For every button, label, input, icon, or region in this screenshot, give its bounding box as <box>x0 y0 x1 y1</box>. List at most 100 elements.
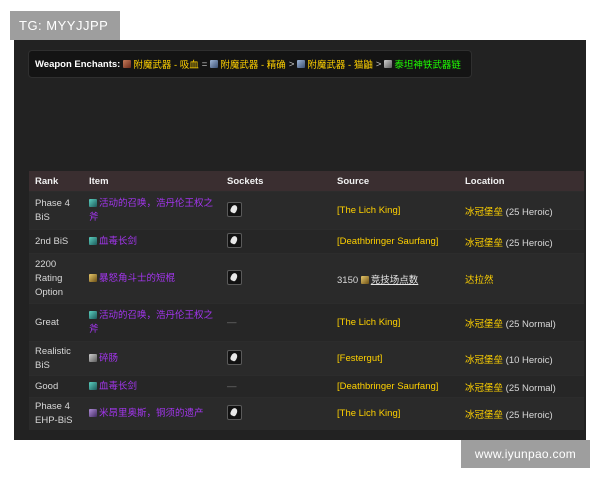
sockets-cell: — <box>221 375 331 398</box>
location-link[interactable]: 冰冠堡垒 <box>465 355 503 366</box>
table-row: Great 活动的召唤，浩丹伦王权之斧 — [The Lich King] 冰冠堡垒 (… <box>29 303 584 342</box>
rank-cell: 2nd BiS <box>29 229 83 254</box>
item-icon <box>89 408 97 417</box>
location-link[interactable]: 冰冠堡垒 <box>465 383 503 394</box>
header-rank: Rank <box>29 171 83 192</box>
rank-cell: Good <box>29 375 83 398</box>
table-row: Realistic BiS 碎肠 [Festergut] 冰冠堡垒 (10 Heroi… <box>29 341 584 376</box>
arena-points-icon <box>360 275 369 284</box>
item-icon <box>89 198 97 207</box>
item-link[interactable]: 暴怒角斗士的短棍 <box>99 273 175 284</box>
item-cell: 血毒长剑 <box>83 229 221 254</box>
location-cell: 冰冠堡垒 (25 Heroic) <box>459 229 584 254</box>
item-icon <box>89 353 97 362</box>
source-link[interactable]: [Festergut] <box>337 353 382 364</box>
item-icon <box>89 273 97 282</box>
location-note: (10 Heroic) <box>505 354 553 366</box>
prismatic-socket-icon <box>227 269 242 285</box>
source-cell: 3150 竞技场点数 <box>331 253 459 304</box>
header-source: Source <box>331 171 459 192</box>
weapon-table: Rank Item Sockets Source Location Phase … <box>29 171 584 430</box>
rank-cell: Phase 4 EHP-BiS <box>29 397 83 430</box>
source-cost: 3150 <box>337 274 359 286</box>
enchant-sep-2: > <box>288 58 295 70</box>
item-link[interactable]: 碎肠 <box>99 353 118 364</box>
item-cell: 碎肠 <box>83 341 221 376</box>
header-sockets: Sockets <box>221 171 331 192</box>
location-link[interactable]: 冰冠堡垒 <box>465 207 503 218</box>
item-link[interactable]: 血毒长剑 <box>99 236 137 247</box>
location-link[interactable]: 冰冠堡垒 <box>465 319 503 330</box>
prismatic-socket-icon <box>227 349 242 365</box>
source-link[interactable]: [The Lich King] <box>337 408 400 419</box>
source-cell: [Festergut] <box>331 341 459 376</box>
location-cell: 冰冠堡垒 (10 Heroic) <box>459 341 584 376</box>
item-link[interactable]: 血毒长剑 <box>99 381 137 392</box>
sockets-cell <box>221 253 331 304</box>
table-row: 2200 Rating Option 暴怒角斗士的短棍 3150 竞技场点数 达拉然 <box>29 253 584 304</box>
sockets-cell <box>221 229 331 254</box>
location-note: (25 Heroic) <box>505 237 553 249</box>
source-link[interactable]: [Deathbringer Saurfang] <box>337 236 438 247</box>
source-link[interactable]: [Deathbringer Saurfang] <box>337 381 438 392</box>
sockets-cell <box>221 397 331 430</box>
item-cell: 暴怒角斗士的短棍 <box>83 253 221 304</box>
enchant-sep-1: = <box>201 58 208 70</box>
source-link[interactable]: [The Lich King] <box>337 205 400 216</box>
enchants-label: Weapon Enchants: <box>35 58 121 70</box>
item-cell: 活动的召唤，浩丹伦王权之斧 <box>83 303 221 342</box>
prismatic-socket-icon <box>227 201 242 217</box>
watermark-bottom: www.iyunpao.com <box>461 440 590 468</box>
item-link[interactable]: 活动的召唤，浩丹伦王权之斧 <box>89 310 213 335</box>
red-enchant-icon <box>123 60 132 68</box>
enchant-link-2[interactable]: 附魔武器 - 精确 <box>220 57 285 71</box>
item-link[interactable]: 活动的召唤，浩丹伦王权之斧 <box>89 198 213 223</box>
rank-cell: Great <box>29 303 83 342</box>
table-row: 2nd BiS 血毒长剑 [Deathbringer Saurfang] 冰冠堡垒 (… <box>29 229 584 254</box>
source-cell: [Deathbringer Saurfang] <box>331 375 459 398</box>
location-cell: 冰冠堡垒 (25 Normal) <box>459 375 584 398</box>
enchant-sep-3: > <box>375 58 382 70</box>
location-note: (25 Heroic) <box>505 206 553 218</box>
source-cell: [The Lich King] <box>331 397 459 430</box>
rank-cell: Realistic BiS <box>29 341 83 376</box>
location-note: (25 Heroic) <box>505 409 553 421</box>
prismatic-socket-icon <box>227 232 242 248</box>
location-link[interactable]: 达拉然 <box>465 275 494 286</box>
no-socket-dash: — <box>227 381 237 392</box>
source-cell: [The Lich King] <box>331 191 459 230</box>
source-cell: [Deathbringer Saurfang] <box>331 229 459 254</box>
location-cell: 达拉然 <box>459 253 584 304</box>
source-link[interactable]: [The Lich King] <box>337 317 400 328</box>
enchant-link-1[interactable]: 附魔武器 - 吸血 <box>133 57 198 71</box>
no-socket-dash: — <box>227 317 237 328</box>
rank-cell: 2200 Rating Option <box>29 253 83 304</box>
blue-enchant-icon <box>297 60 306 68</box>
rank-cell: Phase 4 BiS <box>29 191 83 230</box>
table-row: Phase 4 EHP-BiS 米昂里奥斯，铜须的遗产 [The Lich King… <box>29 397 584 430</box>
location-link[interactable]: 冰冠堡垒 <box>465 410 503 421</box>
item-cell: 活动的召唤，浩丹伦王权之斧 <box>83 191 221 230</box>
item-icon <box>89 236 97 245</box>
location-cell: 冰冠堡垒 (25 Heroic) <box>459 191 584 230</box>
item-cell: 米昂里奥斯，铜须的遗产 <box>83 397 221 430</box>
item-cell: 血毒长剑 <box>83 375 221 398</box>
location-link[interactable]: 冰冠堡垒 <box>465 238 503 249</box>
header-item: Item <box>83 171 221 192</box>
source-cell: [The Lich King] <box>331 303 459 342</box>
sockets-cell <box>221 341 331 376</box>
location-note: (25 Normal) <box>505 382 556 394</box>
item-icon <box>89 381 97 390</box>
enchant-link-4[interactable]: 泰坦神铁武器链 <box>394 57 461 71</box>
watermark-top: TG: MYYJJPP <box>10 11 120 40</box>
sockets-cell <box>221 191 331 230</box>
location-cell: 冰冠堡垒 (25 Normal) <box>459 303 584 342</box>
item-icon <box>89 310 97 319</box>
location-note: (25 Normal) <box>505 318 556 330</box>
table-row: Good 血毒长剑 — [Deathbringer Saurfang] 冰冠堡垒 (25… <box>29 375 584 398</box>
blue-enchant-icon <box>210 60 219 68</box>
enchant-link-3[interactable]: 附魔武器 - 猫鼬 <box>307 57 372 71</box>
arena-points-link[interactable]: 竞技场点数 <box>371 275 419 286</box>
item-link[interactable]: 米昂里奥斯，铜须的遗产 <box>99 408 204 419</box>
weapon-enchants-bar: Weapon Enchants: 附魔武器 - 吸血 = 附魔武器 - 精确 >… <box>28 50 472 78</box>
